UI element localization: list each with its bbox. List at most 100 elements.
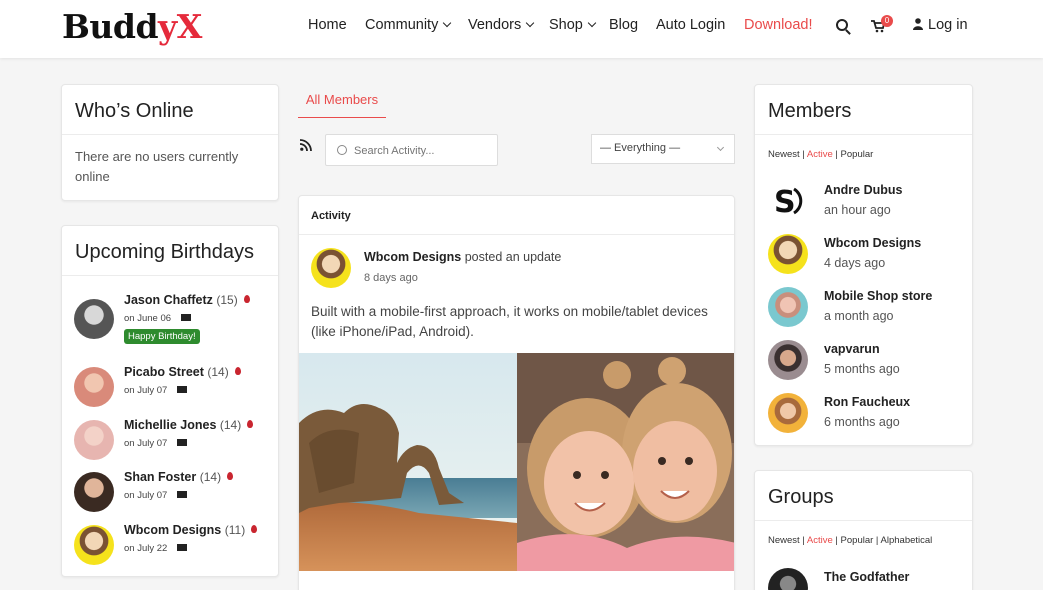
user-icon [913,18,923,30]
happy-birthday-badge: Happy Birthday! [124,329,200,344]
mail-icon[interactable] [177,439,188,446]
birthday-date: on July 07 [124,438,188,449]
birthday-name-text: Jason Chaffetz [124,293,213,307]
member-name[interactable]: Wbcom Designs [824,236,921,250]
nav-auto-login[interactable]: Auto Login [656,17,725,33]
member-name[interactable]: Andre Dubus [824,183,902,197]
whos-online-message: There are no users currently online [75,149,239,184]
mail-icon[interactable] [177,386,188,393]
avatar[interactable] [768,287,808,327]
mail-icon[interactable] [177,491,188,498]
mail-icon[interactable] [177,544,188,551]
balloon-icon [247,420,254,428]
activity-filter-select[interactable]: — Everything — [591,134,735,164]
filter-active[interactable]: Active [807,149,833,160]
tab-all-members[interactable]: All Members [298,85,386,118]
avatar[interactable] [768,393,808,433]
balloon-icon [227,472,234,480]
widget-title: Who’s Online [62,85,278,135]
chevron-down-icon [716,143,725,152]
nav-home[interactable]: Home [308,17,347,33]
site-logo[interactable]: BuddyX [62,7,202,46]
widget-title: Members [755,85,972,135]
balloon-icon [251,525,258,533]
post-image-beach-arch[interactable] [299,353,517,571]
post-text: Built with a mobile-first approach, it w… [311,304,708,339]
activity-filter-value: — Everything — [600,142,681,154]
login-label: Log in [928,17,968,33]
member-last-active: 6 months ago [824,415,900,429]
birthday-age: (14) [199,470,222,484]
filter-popular[interactable]: Popular [841,535,874,546]
members-widget: Members Newest | Active | Popular S Andr… [754,84,973,446]
birthday-name[interactable]: Wbcom Designs (11) [124,523,258,537]
birthday-name-text: Michellie Jones [124,418,217,432]
post-author-name[interactable]: Wbcom Designs [364,250,461,264]
nav-shop[interactable]: Shop [549,17,597,33]
author-avatar[interactable] [311,248,351,288]
widget-title: Groups [755,471,972,521]
groups-widget: Groups Newest | Active | Popular | Alpha… [754,470,973,590]
nav-blog[interactable]: Blog [609,17,638,33]
filter-newest[interactable]: Newest [768,535,800,546]
nav-vendors[interactable]: Vendors [468,17,535,33]
birthday-name[interactable]: Jason Chaffetz (15) [124,293,250,307]
birthday-name[interactable]: Michellie Jones (14) [124,418,254,432]
top-navigation-bar: BuddyX Home Community Vendors Shop Blog … [0,0,1043,58]
birthday-age: (14) [207,365,229,379]
filter-active[interactable]: Active [807,535,833,546]
birthday-date-text: on June 06 [124,313,172,324]
birthday-date-text: on July 07 [124,385,168,396]
search-activity-field [325,134,498,166]
search-icon[interactable] [836,19,848,31]
svg-text:S: S [774,185,796,220]
nav-shop-label: Shop [549,17,583,33]
avatar[interactable]: S [768,181,808,221]
post-image-two-girls[interactable] [517,353,735,571]
search-activity-input[interactable] [354,141,494,161]
member-name[interactable]: vapvarun [824,342,880,356]
birthday-date: on June 06 [124,313,192,324]
birthday-name[interactable]: Shan Foster (14) [124,470,234,484]
avatar[interactable] [768,234,808,274]
avatar[interactable] [768,568,808,590]
avatar[interactable] [74,472,114,512]
filter-alphabetical[interactable]: Alphabetical [881,535,933,546]
birthday-date-text: on July 07 [124,490,168,501]
avatar[interactable] [74,525,114,565]
avatar[interactable] [74,420,114,460]
upcoming-birthdays-widget: Upcoming Birthdays Jason Chaffetz (15) o… [61,225,279,577]
mail-icon[interactable] [181,314,192,321]
chevron-down-icon [443,18,452,28]
birthday-date: on July 22 [124,543,188,554]
birthday-date-text: on July 22 [124,543,168,554]
login-link[interactable]: Log in [913,17,968,33]
avatar[interactable] [74,367,114,407]
avatar[interactable] [74,299,114,339]
avatar[interactable] [768,340,808,380]
member-name[interactable]: Ron Faucheux [824,395,910,409]
nav-vendors-label: Vendors [468,17,522,33]
groups-filter: Newest | Active | Popular | Alphabetical [768,535,933,546]
filter-newest[interactable]: Newest [768,149,800,160]
group-name[interactable]: The Godfather [824,570,909,584]
birthday-date: on July 07 [124,490,188,501]
birthday-age: (15) [216,293,238,307]
filter-popular[interactable]: Popular [841,149,874,160]
member-last-active: a month ago [824,309,894,323]
nav-community-label: Community [365,17,439,33]
rss-icon[interactable] [300,139,312,151]
nav-download[interactable]: Download! [744,17,813,33]
birthday-name-text: Shan Foster [124,470,197,484]
members-filter: Newest | Active | Popular [768,149,874,160]
balloon-icon [243,295,250,303]
activity-card: Activity Wbcom Designs posted an update … [298,195,735,590]
nav-community[interactable]: Community [365,17,452,33]
chevron-down-icon [525,18,535,28]
birthday-date: on July 07 [124,385,188,396]
birthday-date-text: on July 07 [124,438,168,449]
post-timestamp[interactable]: 8 days ago [364,272,418,284]
widget-title: Upcoming Birthdays [62,226,278,276]
birthday-name[interactable]: Picabo Street (14) [124,365,241,379]
member-name[interactable]: Mobile Shop store [824,289,932,303]
